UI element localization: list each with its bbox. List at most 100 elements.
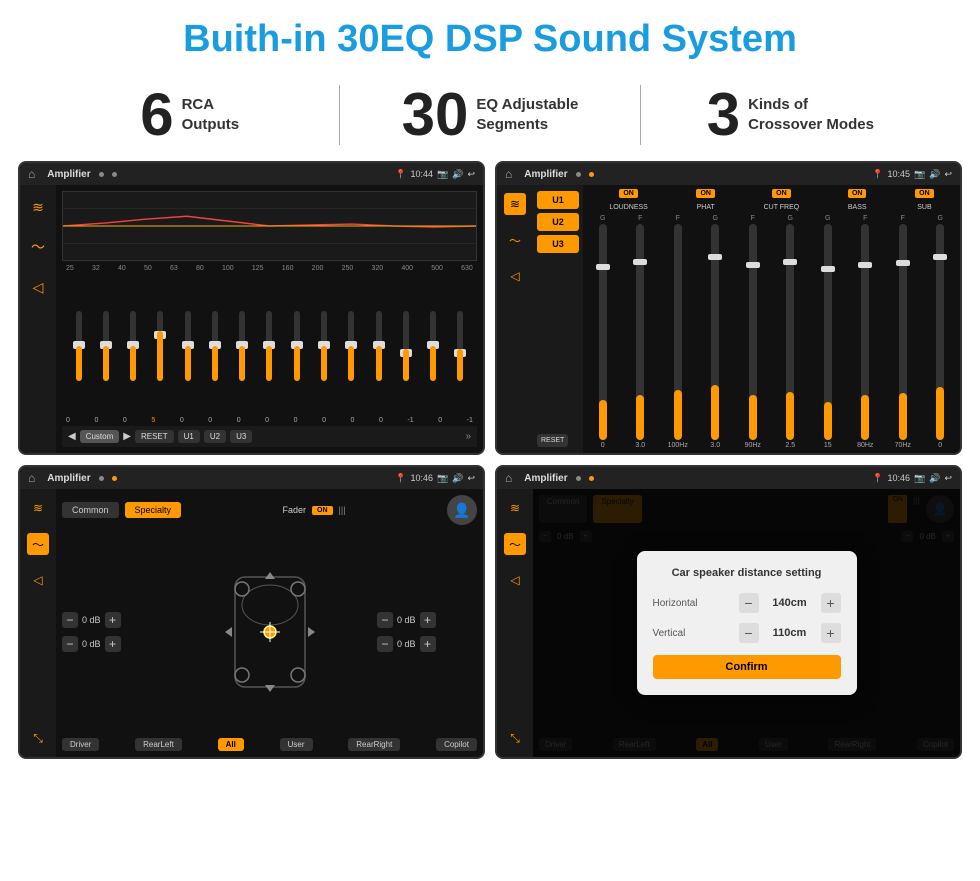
dist-dot1 [576, 476, 581, 481]
xover-reset-button[interactable]: RESET [537, 434, 568, 447]
fader-main-area: ≋ 〜 ◁ ⤡ Common Specialty Fader ON ||| 👤 [20, 489, 483, 757]
eq-sidebar-icon-equalizer[interactable]: ≋ [26, 195, 50, 219]
eq-status-dot2 [112, 172, 117, 177]
stat-divider-2 [640, 85, 641, 145]
eq-slider-160[interactable] [284, 311, 309, 381]
xover-channels-area: ON LOUDNESS ON PHAT ON CUT FREQ ON BASS [583, 185, 960, 453]
fader-driver-button[interactable]: Driver [62, 738, 99, 751]
xover-u1-button[interactable]: U1 [537, 191, 579, 209]
eq-slider-25[interactable] [66, 311, 91, 381]
dialog-vertical-value: 110cm [765, 627, 815, 639]
eq-back-icon[interactable]: ↩ [467, 169, 475, 180]
xover-home-icon[interactable]: ⌂ [505, 167, 512, 181]
dialog-vertical-plus[interactable]: + [821, 623, 841, 643]
dialog-confirm-button[interactable]: Confirm [653, 655, 841, 679]
eq-custom-button[interactable]: Custom [80, 430, 120, 443]
eq-location-icon: 📍 [395, 169, 406, 180]
xover-dot1 [576, 172, 581, 177]
xover-phat-toggle[interactable]: ON [696, 189, 715, 198]
eq-sidebar-icon-wave[interactable]: 〜 [26, 235, 50, 259]
eq-slider-250[interactable] [339, 311, 364, 381]
xover-bass-toggle[interactable]: ON [848, 189, 867, 198]
fader-copilot-button[interactable]: Copilot [436, 738, 477, 751]
fader-home-icon[interactable]: ⌂ [28, 471, 35, 485]
dist-sidebar: ≋ 〜 ◁ ⤡ [497, 489, 533, 757]
eq-slider-400[interactable] [393, 311, 418, 381]
fader-minus-btn-4[interactable]: − [377, 636, 393, 652]
fader-plus-btn-3[interactable]: + [420, 612, 436, 628]
eq-next-button[interactable]: ▶ [123, 431, 131, 442]
fader-common-tab[interactable]: Common [62, 502, 119, 518]
dist-back-icon[interactable]: ↩ [944, 473, 952, 484]
stat-eq: 30 EQ Adjustable Segments [360, 85, 619, 145]
xover-u2-button[interactable]: U2 [537, 213, 579, 231]
dialog-horizontal-control: − 140cm + [739, 593, 841, 613]
fader-plus-btn-2[interactable]: + [105, 636, 121, 652]
eq-reset-button[interactable]: RESET [135, 430, 174, 443]
fader-all-button[interactable]: All [218, 738, 244, 751]
fader-user-button[interactable]: User [280, 738, 313, 751]
dialog-horizontal-minus[interactable]: − [739, 593, 759, 613]
eq-slider-320[interactable] [366, 311, 391, 381]
xover-cutfreq-toggle[interactable]: ON [772, 189, 791, 198]
eq-slider-500[interactable] [420, 311, 445, 381]
fader-location-icon: 📍 [395, 473, 406, 484]
dist-sidebar-speaker-icon[interactable]: ◁ [504, 569, 526, 591]
eq-u3-button[interactable]: U3 [230, 430, 252, 443]
fader-tab-bar: Common Specialty Fader ON ||| 👤 [62, 495, 477, 525]
eq-sidebar: ≋ 〜 ◁ [20, 185, 56, 453]
xover-sidebar-wave-icon[interactable]: 〜 [504, 229, 526, 251]
dialog-horizontal-plus[interactable]: + [821, 593, 841, 613]
eq-slider-200[interactable] [311, 311, 336, 381]
fader-control: Fader ON ||| [283, 505, 346, 515]
eq-more-icon[interactable]: » [465, 431, 471, 442]
eq-slider-40[interactable] [121, 311, 146, 381]
eq-slider-630[interactable] [448, 311, 473, 381]
xover-sub-toggle[interactable]: ON [915, 189, 934, 198]
eq-slider-125[interactable] [257, 311, 282, 381]
fader-minus-btn-3[interactable]: − [377, 612, 393, 628]
xover-back-icon[interactable]: ↩ [944, 169, 952, 180]
eq-slider-50[interactable] [148, 311, 173, 381]
fader-back-icon[interactable]: ↩ [467, 473, 475, 484]
xover-sidebar-speaker-icon[interactable]: ◁ [504, 265, 526, 287]
fader-rearleft-button[interactable]: RearLeft [135, 738, 182, 751]
eq-prev-button[interactable]: ◀ [68, 431, 76, 442]
fader-plus-btn-1[interactable]: + [105, 612, 121, 628]
eq-u2-button[interactable]: U2 [204, 430, 226, 443]
fader-body: − 0 dB + − 0 dB + [62, 531, 477, 732]
dialog-vertical-minus[interactable]: − [739, 623, 759, 643]
eq-slider-32[interactable] [93, 311, 118, 381]
fader-specialty-tab[interactable]: Specialty [125, 502, 182, 518]
xover-u3-button[interactable]: U3 [537, 235, 579, 253]
fader-sidebar-eq-icon[interactable]: ≋ [27, 497, 49, 519]
fader-car-diagram [170, 531, 369, 732]
fader-sidebar-arrows-icon[interactable]: ⤡ [27, 727, 49, 749]
eq-u1-button[interactable]: U1 [178, 430, 200, 443]
fader-sidebar-speaker-icon[interactable]: ◁ [27, 569, 49, 591]
fader-toggle[interactable]: ON [312, 506, 333, 515]
fader-plus-btn-4[interactable]: + [420, 636, 436, 652]
eq-slider-100[interactable] [230, 311, 255, 381]
fader-rearright-button[interactable]: RearRight [348, 738, 400, 751]
dist-home-icon[interactable]: ⌂ [505, 471, 512, 485]
main-title: Buith-in 30EQ DSP Sound System [0, 0, 980, 71]
dist-sidebar-eq-icon[interactable]: ≋ [504, 497, 526, 519]
fader-profile-icon[interactable]: 👤 [447, 495, 477, 525]
eq-home-icon[interactable]: ⌂ [28, 167, 35, 181]
dist-sidebar-arrows-icon[interactable]: ⤡ [504, 727, 526, 749]
eq-slider-80[interactable] [202, 311, 227, 381]
dist-location-icon: 📍 [872, 473, 883, 484]
fader-volume-icon: 🔊 [452, 473, 463, 484]
dist-time: 10:46 [887, 473, 910, 483]
eq-slider-63[interactable] [175, 311, 200, 381]
fader-minus-btn-1[interactable]: − [62, 612, 78, 628]
dist-sidebar-wave-icon[interactable]: 〜 [504, 533, 526, 555]
fader-sidebar-wave-icon[interactable]: 〜 [27, 533, 49, 555]
xover-loudness-toggle[interactable]: ON [619, 189, 638, 198]
xover-dot2 [589, 172, 594, 177]
fader-minus-btn-2[interactable]: − [62, 636, 78, 652]
eq-sidebar-icon-speaker[interactable]: ◁ [26, 275, 50, 299]
xover-volume-icon: 🔊 [929, 169, 940, 180]
xover-sidebar-eq-icon[interactable]: ≋ [504, 193, 526, 215]
